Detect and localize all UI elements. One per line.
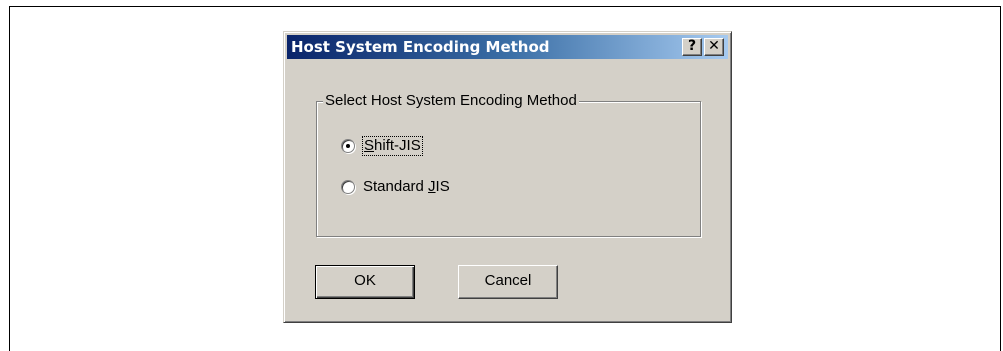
close-icon: ✕ [708, 38, 720, 54]
close-button[interactable]: ✕ [704, 38, 724, 56]
cancel-button[interactable]: Cancel [458, 265, 558, 299]
help-icon: ? [687, 38, 697, 54]
dialog-titlebar[interactable]: Host System Encoding Method ? ✕ [287, 35, 728, 59]
groupbox-legend: Select Host System Encoding Method [323, 91, 579, 111]
radio-label-shift-jis[interactable]: Shift-JIS [362, 136, 423, 156]
radio-shift-jis[interactable]: Shift-JIS [341, 135, 423, 157]
encoding-dialog: Host System Encoding Method ? ✕ Select H… [283, 31, 732, 323]
help-button[interactable]: ? [682, 38, 702, 56]
ok-button[interactable]: OK [315, 265, 415, 299]
radio-label-standard-jis[interactable]: Standard JIS [363, 178, 450, 196]
radio-button-icon[interactable] [341, 180, 355, 194]
radio-standard-jis[interactable]: Standard JIS [341, 176, 450, 198]
radio-selected-dot [346, 144, 350, 148]
dialog-title: Host System Encoding Method [291, 38, 550, 56]
radio-button-icon[interactable] [341, 139, 355, 153]
encoding-groupbox: Select Host System Encoding Method Shift… [316, 91, 701, 237]
